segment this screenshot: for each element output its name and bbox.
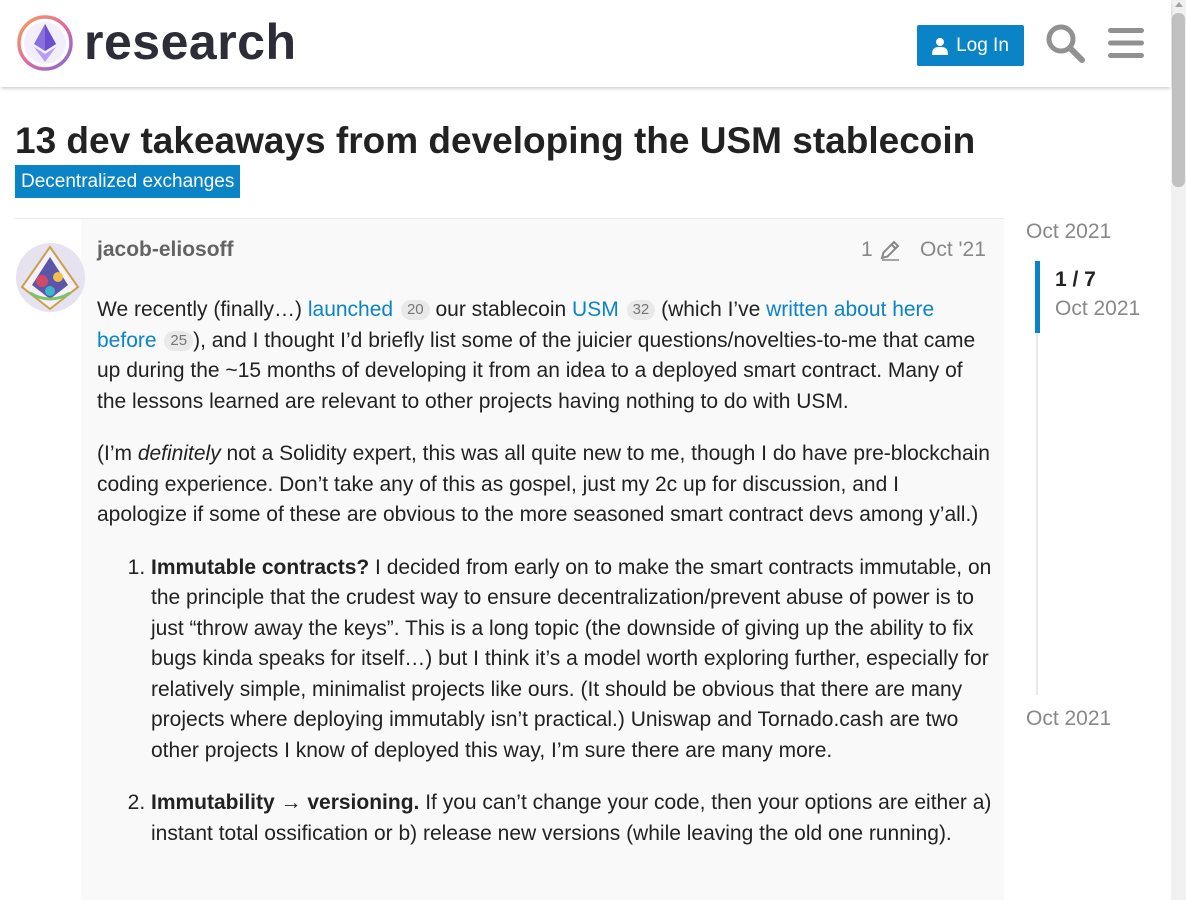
- edit-count: 1: [861, 238, 873, 261]
- text-span: We recently (finally…): [97, 298, 308, 321]
- scrollbar-thumb[interactable]: [1172, 13, 1185, 187]
- page-scrollbar[interactable]: [1171, 0, 1186, 900]
- search-icon[interactable]: [1044, 22, 1086, 64]
- list-item-heading: Immutable contracts?: [151, 555, 370, 579]
- link-click-count: 25: [164, 330, 194, 351]
- launched-link[interactable]: launched: [308, 298, 393, 321]
- pencil-icon: [880, 240, 900, 261]
- edit-history-button[interactable]: 1: [861, 238, 901, 262]
- usm-link[interactable]: USM: [572, 298, 619, 321]
- timeline-handle-date: Oct 2021: [1055, 297, 1141, 320]
- text-span: our stablecoin: [429, 298, 573, 321]
- category-badge[interactable]: Decentralized exchanges: [15, 165, 241, 198]
- post-date[interactable]: Oct '21: [920, 238, 986, 262]
- post-content: We recently (finally…) launched 20 our s…: [97, 295, 992, 871]
- text-span: (which I’ve: [655, 298, 767, 321]
- post-paragraph: (I’m definitely not a Solidity expert, t…: [97, 439, 992, 531]
- timeline-start-date[interactable]: Oct 2021: [1026, 220, 1111, 244]
- timeline-handle[interactable]: [1035, 261, 1040, 333]
- avatar-image: [16, 243, 85, 312]
- avatar[interactable]: [16, 243, 85, 312]
- site-logo-icon[interactable]: [16, 14, 74, 72]
- login-label: Log In: [956, 34, 1009, 56]
- login-button[interactable]: Log In: [917, 25, 1024, 66]
- text-span: (I’m: [97, 442, 138, 465]
- takeaways-list: Immutable contracts? I decided from earl…: [97, 553, 992, 850]
- link-click-count: 32: [626, 300, 656, 320]
- timeline-end-date[interactable]: Oct 2021: [1026, 707, 1111, 731]
- user-icon: [932, 37, 949, 55]
- list-item: Immutable contracts? I decided from earl…: [151, 553, 992, 767]
- list-item-heading: Immutability → versioning.: [151, 791, 420, 814]
- scroll-up-arrow-icon[interactable]: [1175, 2, 1183, 7]
- post-username[interactable]: jacob-eliosoff: [97, 238, 234, 262]
- topic-title[interactable]: 13 dev takeaways from developing the USM…: [15, 118, 975, 164]
- emphasis: definitely: [137, 442, 221, 465]
- text-span: not a Solidity expert, this was all quit…: [97, 442, 990, 526]
- post-paragraph: We recently (finally…) launched 20 our s…: [97, 295, 992, 417]
- site-name[interactable]: research: [84, 12, 297, 72]
- site-header: research Log In: [0, 0, 1171, 87]
- list-item-text: I decided from early on to make the smar…: [151, 555, 992, 762]
- list-item: Immutability → versioning. If you can’t …: [151, 788, 992, 849]
- hamburger-menu-icon[interactable]: [1107, 26, 1145, 60]
- text-span: ), and I thought I’d briefly list some o…: [97, 328, 976, 413]
- link-click-count: 20: [400, 300, 430, 320]
- timeline-progress: 1 / 7: [1055, 268, 1096, 291]
